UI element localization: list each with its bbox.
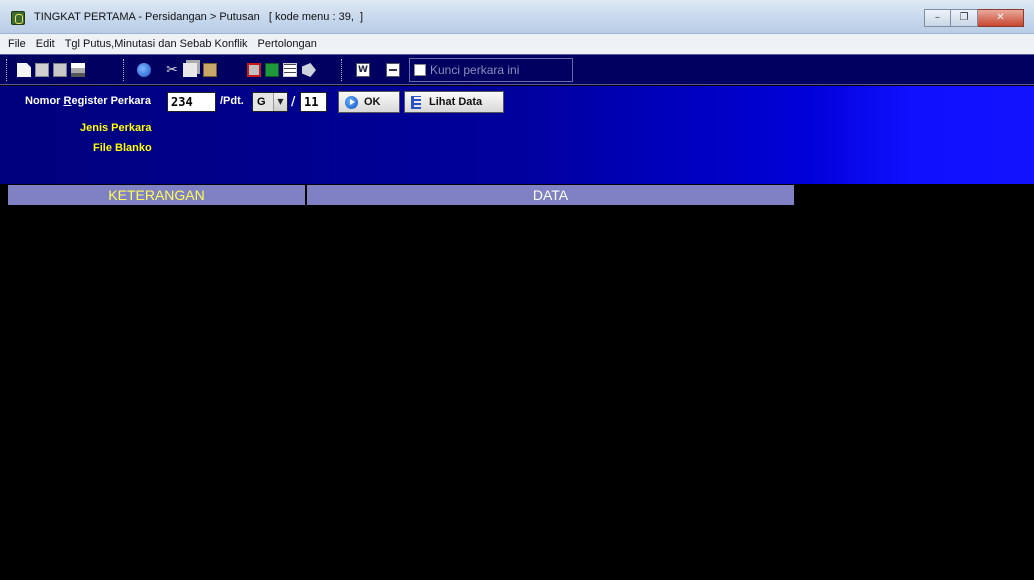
lock-case-label: Kunci perkara ini — [430, 63, 520, 77]
list-icon — [411, 95, 421, 109]
close-button[interactable]: ✕ — [978, 9, 1024, 27]
report-icon[interactable] — [247, 63, 261, 77]
print-icon[interactable] — [71, 63, 85, 77]
column-header-keterangan[interactable]: KETERANGAN — [8, 185, 305, 205]
go-icon — [345, 95, 358, 109]
case-type-select[interactable]: G ▼ — [252, 92, 288, 112]
window-controls: – ❐ ✕ — [924, 9, 1024, 27]
toolbar-separator — [6, 59, 9, 81]
menu-pertolongan[interactable]: Pertolongan — [258, 38, 317, 50]
menu-tgl-putus[interactable]: Tgl Putus,Minutasi dan Sebab Konflik — [65, 38, 248, 50]
view-data-button[interactable]: Lihat Data — [404, 91, 504, 113]
keyboard-icon[interactable] — [386, 63, 400, 77]
save-icon[interactable] — [53, 63, 67, 77]
register-label-part: Nomor — [25, 95, 64, 107]
pdt-label: /Pdt. — [220, 95, 244, 107]
case-type-value: G — [257, 96, 266, 108]
menu-bar: File Edit Tgl Putus,Minutasi dan Sebab K… — [0, 34, 1034, 54]
open-icon[interactable] — [35, 63, 49, 77]
close-icon: ✕ — [996, 12, 1005, 23]
word-icon[interactable]: W — [356, 63, 370, 77]
menu-file[interactable]: File — [8, 38, 26, 50]
lock-case-checkbox[interactable] — [414, 64, 426, 76]
minimize-icon: – — [935, 12, 940, 23]
ok-button-label: OK — [364, 96, 381, 108]
tag-icon[interactable] — [302, 63, 316, 77]
toolbar: ✂ W Kunci perkara ini — [0, 54, 1034, 85]
case-type-label: Jenis Perkara — [80, 122, 152, 134]
title-bar: TINGKAT PERTAMA - Persidangan > Putusan … — [0, 0, 1034, 34]
toolbar-separator — [123, 59, 126, 81]
toolbar-separator — [341, 59, 344, 81]
paste-icon[interactable] — [203, 63, 217, 77]
register-number-input[interactable]: 234 — [167, 92, 216, 112]
case-header-panel: Nomor Register Perkara 234 /Pdt. G ▼ / 1… — [0, 86, 1034, 184]
restore-icon: ❐ — [959, 12, 969, 23]
column-header-data[interactable]: DATA — [307, 185, 794, 205]
blank-file-label: File Blanko — [93, 142, 152, 154]
chevron-down-icon[interactable]: ▼ — [273, 93, 287, 111]
view-data-label: Lihat Data — [429, 96, 483, 108]
minimize-button[interactable]: – — [924, 9, 951, 27]
money-icon[interactable] — [265, 63, 279, 77]
year-input[interactable]: 11 — [300, 92, 327, 112]
menu-edit[interactable]: Edit — [36, 38, 55, 50]
table-icon[interactable] — [283, 63, 297, 77]
data-grid[interactable]: KETERANGAN DATA — [8, 185, 1034, 580]
window-title: TINGKAT PERTAMA - Persidangan > Putusan … — [34, 11, 364, 23]
register-number-label: Nomor Register Perkara — [25, 95, 151, 107]
register-label-part: egister Perkara — [71, 95, 151, 107]
copy-icon[interactable] — [183, 63, 197, 77]
lock-case-toggle[interactable]: Kunci perkara ini — [409, 58, 573, 82]
slash-separator: / — [291, 94, 296, 108]
maximize-button[interactable]: ❐ — [951, 9, 978, 27]
new-document-icon[interactable] — [17, 63, 31, 77]
refresh-icon[interactable] — [137, 63, 151, 77]
app-icon[interactable] — [11, 11, 25, 25]
cut-icon[interactable]: ✂ — [165, 63, 179, 77]
ok-button[interactable]: OK — [338, 91, 400, 113]
